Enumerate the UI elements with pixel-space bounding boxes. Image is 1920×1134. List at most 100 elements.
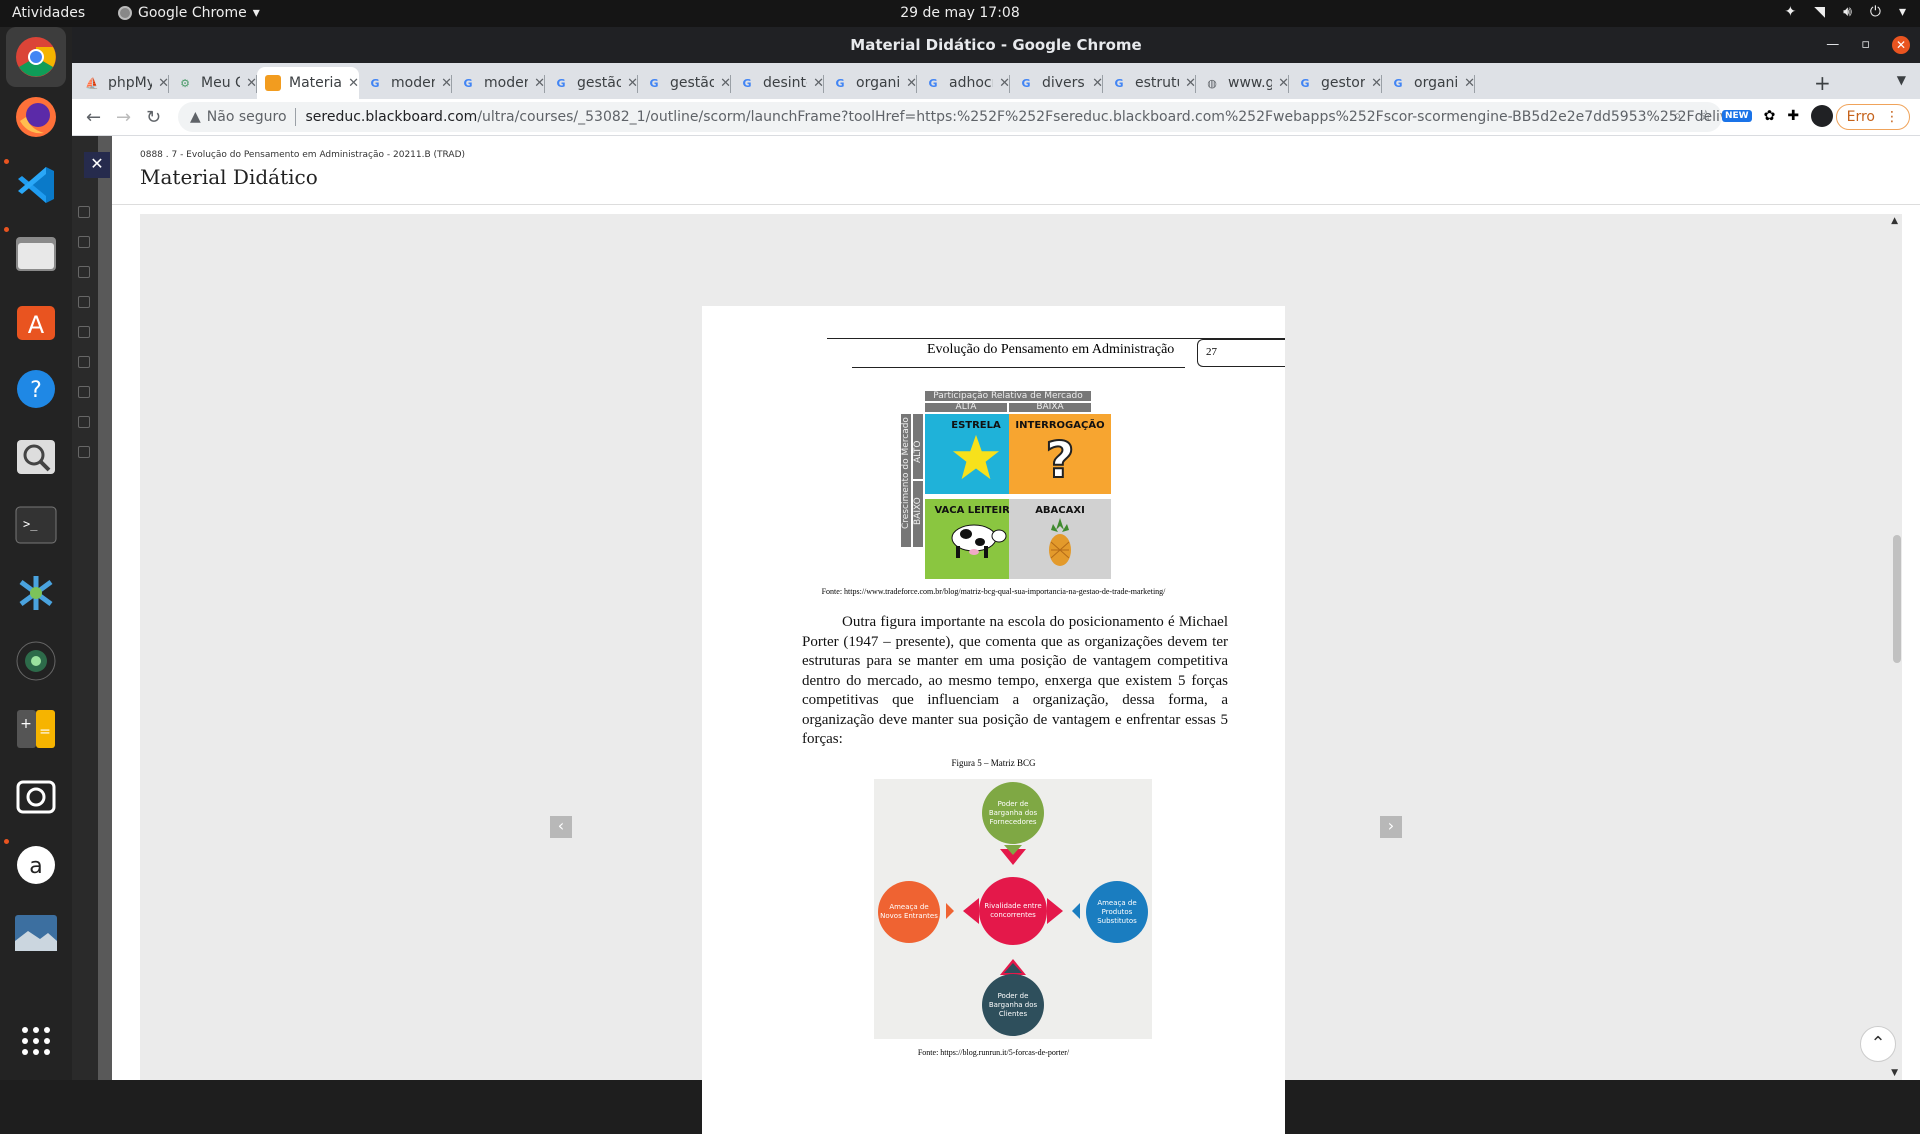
calculator-icon[interactable]: + =: [12, 705, 60, 753]
nav-icon[interactable]: [78, 206, 90, 218]
header-rule: [852, 367, 1185, 368]
nav-icon[interactable]: [78, 326, 90, 338]
nav-icon[interactable]: [78, 446, 90, 458]
close-panel-icon[interactable]: ✕: [84, 152, 110, 178]
vscode-icon[interactable]: [12, 161, 60, 209]
photos-icon[interactable]: [12, 909, 60, 957]
bcg-cell-label: INTERROGAÇÃO: [1015, 420, 1105, 431]
nav-icon[interactable]: [78, 356, 90, 368]
browser-tab[interactable]: ⛵phpMyAdmin✕: [76, 67, 169, 99]
browser-tab[interactable]: Gmoderador✕: [452, 67, 545, 99]
minimize-icon[interactable]: —: [1826, 27, 1839, 63]
chrome-icon[interactable]: [6, 27, 66, 87]
browser-tab[interactable]: Gestrutura✕: [1103, 67, 1196, 99]
running-header-title: Evolução do Pensamento em Administração: [927, 342, 1175, 357]
camera-lens-icon[interactable]: [12, 637, 60, 685]
scroll-down-arrow-icon[interactable]: ▼: [1891, 1068, 1898, 1078]
porter-five-forces-figure: Poder de Barganha dos Fornecedores Ameaç…: [874, 779, 1152, 1039]
system-tray[interactable]: ✦ ◥ 🔊︎ ⏻ ▾: [1785, 4, 1906, 20]
bcg-top-label: Participação Relativa de Mercado: [925, 391, 1091, 401]
cow-icon: [951, 524, 1007, 558]
help-icon[interactable]: ?: [12, 365, 60, 413]
not-secure-label[interactable]: Não seguro: [207, 109, 287, 125]
network-icon[interactable]: [12, 569, 60, 617]
image-viewer-icon[interactable]: [12, 433, 60, 481]
profile-avatar[interactable]: [1811, 105, 1834, 127]
app-menu[interactable]: Google Chrome ▾: [118, 5, 260, 21]
tab-close-icon[interactable]: ✕: [348, 76, 359, 91]
amazon-icon[interactable]: a: [12, 841, 60, 889]
tab-title: organização: [1414, 75, 1459, 91]
browser-tab[interactable]: Gorganização✕: [824, 67, 917, 99]
browser-tab[interactable]: Material Didático ✕: [257, 67, 359, 99]
question-mark-icon: ?: [1044, 430, 1075, 490]
next-page-button[interactable]: ›: [1380, 816, 1402, 838]
browser-tab[interactable]: Ggestão ✕: [638, 67, 731, 99]
nav-icon[interactable]: [78, 296, 90, 308]
google-favicon-icon: G: [1114, 76, 1124, 90]
volume-icon: 🔊︎: [1843, 4, 1852, 20]
previous-page-button[interactable]: ‹: [550, 816, 572, 838]
nav-icon[interactable]: [78, 236, 90, 248]
tab-title: Material Didático: [289, 75, 343, 91]
software-center-icon[interactable]: A: [12, 297, 60, 345]
back-icon[interactable]: ←: [86, 107, 101, 128]
svg-text:=: =: [39, 724, 51, 740]
more-menu-icon: ⋮: [1885, 109, 1899, 125]
address-bar[interactable]: ▲ Não seguro sereduc.blackboard.com /ult…: [178, 102, 1722, 132]
error-button[interactable]: Erro ⋮: [1835, 104, 1910, 130]
maximize-icon[interactable]: ▫: [1861, 27, 1870, 63]
course-favicon-icon: ⚙: [180, 76, 190, 90]
extension-new-icon[interactable]: NEW: [1722, 110, 1752, 122]
terminal-icon[interactable]: >_: [12, 501, 60, 549]
browser-tab[interactable]: ◍ www.g ✕: [1196, 67, 1289, 99]
browser-tab[interactable]: Ggestão ✕: [545, 67, 638, 99]
browser-tab[interactable]: ⚙Meu Curso✕: [169, 67, 257, 99]
url-host: sereduc.blackboard.com: [305, 109, 478, 125]
bookmark-star-icon[interactable]: ☆: [1699, 108, 1712, 124]
nav-icon[interactable]: [78, 386, 90, 398]
bcg-cell-abacaxi: ABACAXI: [1009, 499, 1111, 579]
close-icon[interactable]: ✕: [1892, 36, 1910, 54]
document-viewer[interactable]: ▲ ▼ Evolução do Pensamento em Administra…: [140, 214, 1902, 1134]
extension-icon[interactable]: ✿: [1764, 108, 1776, 124]
tab-search-icon[interactable]: ▼: [1897, 73, 1906, 87]
google-favicon-icon: G: [370, 76, 380, 90]
figure-source-bcg[interactable]: Fonte: https://www.tradeforce.com.br/blo…: [702, 587, 1285, 596]
tab-title: Meu Curso: [201, 75, 241, 91]
nav-icon[interactable]: [78, 416, 90, 428]
browser-tab[interactable]: Ggestor ✕: [1289, 67, 1382, 99]
course-left-nav: [72, 136, 98, 1080]
show-applications-icon[interactable]: [12, 1017, 60, 1065]
svg-text:>_: >_: [23, 517, 38, 531]
tab-title: gestão: [670, 75, 715, 91]
google-favicon-icon: G: [742, 76, 752, 90]
scrollbar-thumb[interactable]: [1893, 535, 1901, 663]
nav-icon[interactable]: [78, 266, 90, 278]
new-tab-button[interactable]: +: [1814, 71, 1831, 95]
chevron-down-icon: ▾: [252, 5, 260, 21]
activities-button[interactable]: Atividades: [12, 5, 85, 21]
browser-tab[interactable]: Gadhocracia✕: [917, 67, 1010, 99]
files-icon[interactable]: [12, 229, 60, 277]
clock[interactable]: 29 de may 17:08: [900, 5, 1020, 21]
browser-tab[interactable]: Gdiversificação✕: [1010, 67, 1103, 99]
tab-title: gestor: [1321, 75, 1366, 91]
zoom-icon[interactable]: ⌕: [1674, 108, 1682, 124]
reload-icon[interactable]: ↻: [146, 107, 161, 128]
firefox-icon[interactable]: [12, 93, 60, 141]
browser-tab[interactable]: Gmoderador✕: [359, 67, 452, 99]
svg-text:?: ?: [1045, 431, 1074, 483]
screenshot-icon[interactable]: [12, 773, 60, 821]
scroll-up-arrow-icon[interactable]: ▲: [1891, 216, 1898, 226]
back-to-top-button[interactable]: ⌃: [1860, 1026, 1896, 1062]
forward-icon[interactable]: →: [116, 107, 131, 128]
warning-icon[interactable]: ▲: [190, 109, 201, 125]
browser-tab[interactable]: Gdesintegração✕: [731, 67, 824, 99]
extensions-puzzle-icon[interactable]: ✚: [1787, 108, 1799, 124]
figure-source-porter[interactable]: Fonte: https://blog.runrun.it/5-forcas-d…: [702, 1048, 1285, 1057]
breadcrumb[interactable]: 0888 . 7 - Evolução do Pensamento em Adm…: [140, 150, 465, 160]
window-titlebar[interactable]: Material Didático - Google Chrome — ▫ ✕: [72, 27, 1920, 63]
extension-tray-icon[interactable]: ✦: [1785, 4, 1797, 20]
browser-tab[interactable]: Gorganização✕: [1382, 67, 1475, 99]
